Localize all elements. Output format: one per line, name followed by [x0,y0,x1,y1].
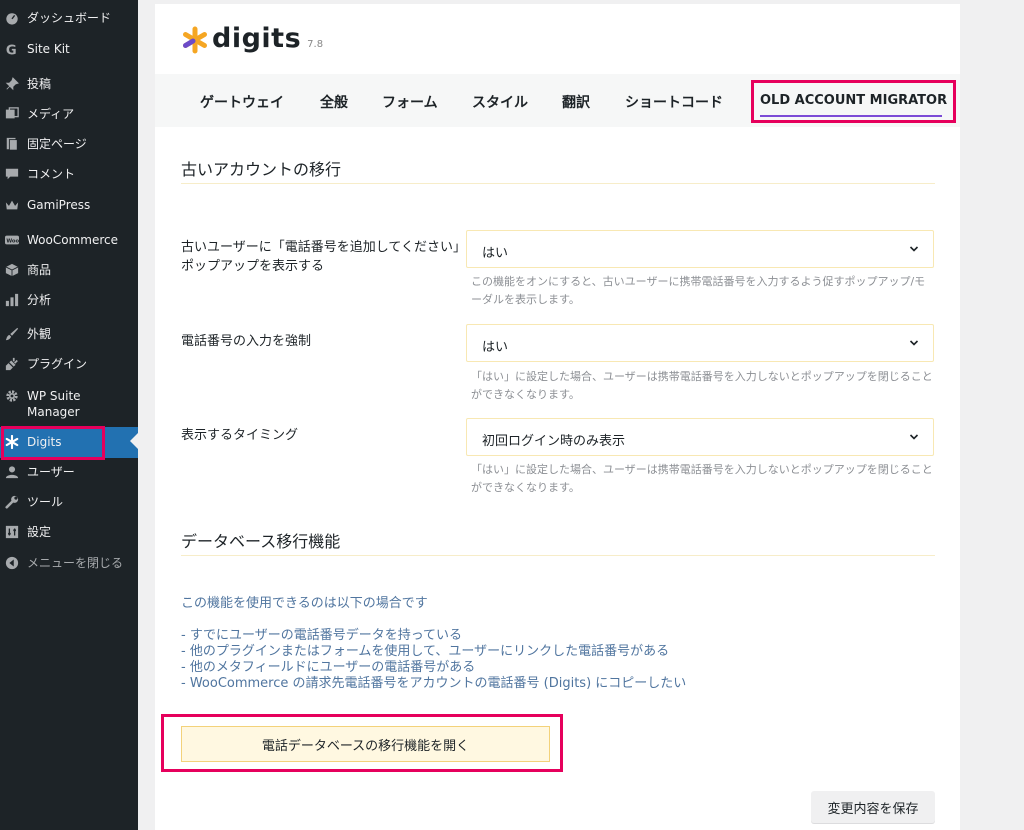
sidebar-item-analytics[interactable]: 分析 [0,293,138,308]
sidebar-item-label: メディア [27,107,75,121]
sidebar-item-label: メニューを閉じる [27,556,124,570]
sidebar-item-label: 商品 [27,263,52,277]
brush-icon [5,327,19,341]
collapse-icon [5,556,19,570]
popup-help-text: この機能をオンにすると、古いユーザーに携帯電話番号を入力するよう促すポップアップ… [471,275,926,306]
save-changes-button[interactable]: 変更内容を保存 [811,791,935,823]
crown-icon [5,198,19,212]
sidebar-item-label: WooCommerce [27,233,118,247]
timing-help-text: 「はい」に設定した場合、ユーザーは携帯電話番号を入力しないとポップアップを閉じる… [471,463,933,494]
force-phone-help-text: 「はい」に設定した場合、ユーザーは携帯電話番号を入力しないとポップアップを閉じる… [471,370,933,401]
svg-text:G: G [6,43,17,56]
sidebar-item-label: GamiPress [27,198,91,212]
tab-style[interactable]: スタイル [472,92,528,112]
settings-panel: digits 7.8 ゲートウェイ 全般 フォーム スタイル 翻訳 ショートコー… [155,4,960,830]
collapse-menu-button[interactable]: メニューを閉じる [0,556,138,571]
comment-icon [5,167,19,181]
sidebar-item-posts[interactable]: 投稿 [0,77,138,92]
sidebar-item-users[interactable]: ユーザー [0,465,138,480]
tab-general[interactable]: 全般 [320,92,348,112]
sidebar-item-gamipress[interactable]: GamiPress [0,198,138,213]
admin-sidebar: ダッシュボード G Site Kit 投稿 メディア 固定ページ コメント Ga… [0,0,138,830]
section-title-database: データベース移行機能 [181,532,341,551]
sidebar-item-products[interactable]: 商品 [0,263,138,278]
timing-select[interactable]: 初回ログイン時のみ表示 [466,418,934,456]
chevron-down-icon [909,340,919,346]
sidebar-item-tools[interactable]: ツール [0,495,138,510]
svg-text:Woo: Woo [6,239,19,245]
google-g-icon: G [5,42,19,56]
tab-gateway[interactable]: ゲートウェイ [200,92,284,112]
sidebar-item-pages[interactable]: 固定ページ [0,137,138,152]
chevron-down-icon [909,246,919,252]
list-item: - 他のメタフィールドにユーザーの電話番号がある [181,660,476,675]
sidebar-item-label: 固定ページ [27,137,87,151]
sidebar-item-appearance[interactable]: 外観 [0,327,138,342]
sidebar-item-label: コメント [27,167,76,181]
sidebar-item-label: ユーザー [27,465,75,479]
tab-form[interactable]: フォーム [382,92,438,112]
database-intro-text: この機能を使用できるのは以下の場合です [181,596,428,611]
popup-setting-label: 古いユーザーに「電話番号を追加してください」ポップアップを表示する [181,240,460,274]
page-icon [5,137,19,151]
sidebar-item-label: WP Suite Manager [27,389,81,419]
settings-icon [5,525,19,539]
logo-text: digits [212,23,302,54]
sidebar-item-wp-suite-manager[interactable]: WP Suite Manager [0,389,138,420]
timing-label: 表示するタイミング [181,428,299,443]
list-item: - WooCommerce の請求先電話番号をアカウントの電話番号 (Digit… [181,676,687,691]
sidebar-item-label: プラグイン [27,357,88,371]
force-phone-select[interactable]: はい [466,324,934,362]
digits-logo: digits 7.8 [181,24,323,54]
popup-select[interactable]: はい [466,230,934,268]
list-item: - 他のプラグインまたはフォームを使用して、ユーザーにリンクした電話番号がある [181,644,670,659]
sidebar-item-site-kit[interactable]: G Site Kit [0,42,138,57]
section-title-migration: 古いアカウントの移行 [181,160,342,179]
highlight-box-button [161,714,563,772]
woo-icon: Woo [5,233,19,247]
dashboard-icon [5,11,19,25]
select-value: はい [482,340,509,355]
box-icon [5,263,19,277]
sidebar-item-label: Site Kit [27,42,70,56]
plug-icon [5,357,19,371]
active-menu-arrow [130,433,138,449]
wrench-icon [5,495,19,509]
chevron-down-icon [909,434,919,440]
user-icon [5,465,19,479]
sidebar-item-label: 分析 [27,293,52,307]
pushpin-icon [5,77,19,91]
highlight-box-tab [751,80,956,123]
sidebar-item-label: 外観 [27,327,52,341]
section-divider [181,183,935,184]
select-value: はい [482,246,509,261]
highlight-box-digits [1,426,105,460]
list-item: - すでにユーザーの電話番号データを持っている [181,628,463,643]
version-label: 7.8 [307,39,324,50]
tab-shortcode[interactable]: ショートコード [625,92,723,112]
sidebar-item-label: ダッシュボード [27,11,112,25]
sidebar-item-media[interactable]: メディア [0,107,138,122]
bar-chart-icon [5,293,19,307]
sidebar-item-plugins[interactable]: プラグイン [0,357,138,372]
sidebar-item-label: ツール [27,495,64,509]
sidebar-item-settings[interactable]: 設定 [0,525,138,540]
tab-translation[interactable]: 翻訳 [562,92,590,112]
sidebar-item-label: 投稿 [27,77,52,91]
sidebar-item-label: 設定 [27,525,52,539]
media-icon [5,107,19,121]
gear-icon [5,389,19,403]
sidebar-item-comments[interactable]: コメント [0,167,138,182]
section-divider [181,555,935,556]
sidebar-item-dashboard[interactable]: ダッシュボード [0,11,138,26]
sidebar-item-woocommerce[interactable]: Woo WooCommerce [0,233,138,248]
select-value: 初回ログイン時のみ表示 [482,434,626,449]
database-use-case-list: - すでにユーザーの電話番号データを持っている - 他のプラグインまたはフォーム… [181,628,686,692]
digits-asterisk-icon [183,26,207,54]
force-phone-label: 電話番号の入力を強制 [181,334,312,349]
